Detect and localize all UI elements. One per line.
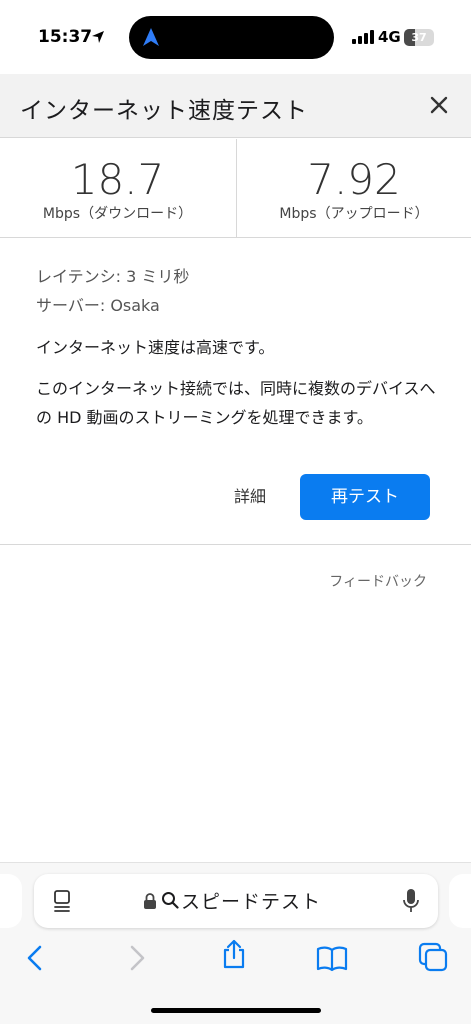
next-tab-preview[interactable]: [449, 874, 471, 928]
server-text: サーバー: Osaka: [36, 296, 160, 315]
upload-result: 7.92 Mbps（アップロード）: [236, 139, 471, 238]
speed-results: 18.7 Mbps（ダウンロード） 7.92 Mbps（アップロード）: [0, 139, 471, 238]
download-value: 18.7: [70, 155, 165, 204]
divider: [0, 544, 471, 545]
status-time: 15:37: [38, 27, 93, 47]
previous-tab-preview[interactable]: [0, 874, 22, 928]
upload-value: 7.92: [307, 155, 401, 204]
download-result: 18.7 Mbps（ダウンロード）: [0, 139, 235, 238]
microphone-icon[interactable]: [402, 888, 420, 914]
latency-text: レイテンシ: 3 ミリ秒: [36, 267, 190, 286]
battery-percent: 37: [411, 31, 427, 44]
tabs-icon[interactable]: [417, 941, 449, 973]
download-unit: Mbps（ダウンロード）: [42, 206, 193, 222]
details-button[interactable]: 詳細: [234, 483, 266, 507]
status-bar: 15:37 4G 37: [0, 0, 471, 74]
forward-icon[interactable]: [120, 942, 152, 974]
lock-icon: [144, 893, 156, 909]
reader-icon[interactable]: [52, 889, 72, 913]
retest-button[interactable]: 再テスト: [300, 474, 430, 520]
panel-title: インターネット速度テスト: [20, 98, 308, 124]
home-indicator: [151, 1008, 321, 1013]
battery-icon: 37: [404, 29, 434, 46]
close-icon[interactable]: [426, 92, 452, 118]
speed-summary: インターネット速度は高速です。: [36, 338, 275, 357]
address-text[interactable]: スピードテスト: [181, 887, 321, 914]
search-icon: [162, 892, 179, 909]
back-icon[interactable]: [20, 942, 52, 974]
signal-icon: [352, 30, 374, 44]
feedback-link[interactable]: フィードバック: [329, 571, 427, 591]
panel-header: インターネット速度テスト: [0, 74, 471, 138]
upload-unit: Mbps（アップロード）: [279, 206, 429, 222]
connection-info: レイテンシ: 3 ミリ秒 サーバー: Osaka: [36, 262, 436, 320]
share-icon[interactable]: [218, 938, 250, 970]
speed-description: このインターネット接続では、同時に複数のデバイスへの HD 動画のストリーミング…: [36, 379, 436, 427]
location-arrow-icon: [92, 31, 104, 43]
network-type: 4G: [378, 28, 401, 46]
bookmarks-icon[interactable]: [316, 942, 348, 974]
navigation-app-icon: [143, 28, 159, 46]
